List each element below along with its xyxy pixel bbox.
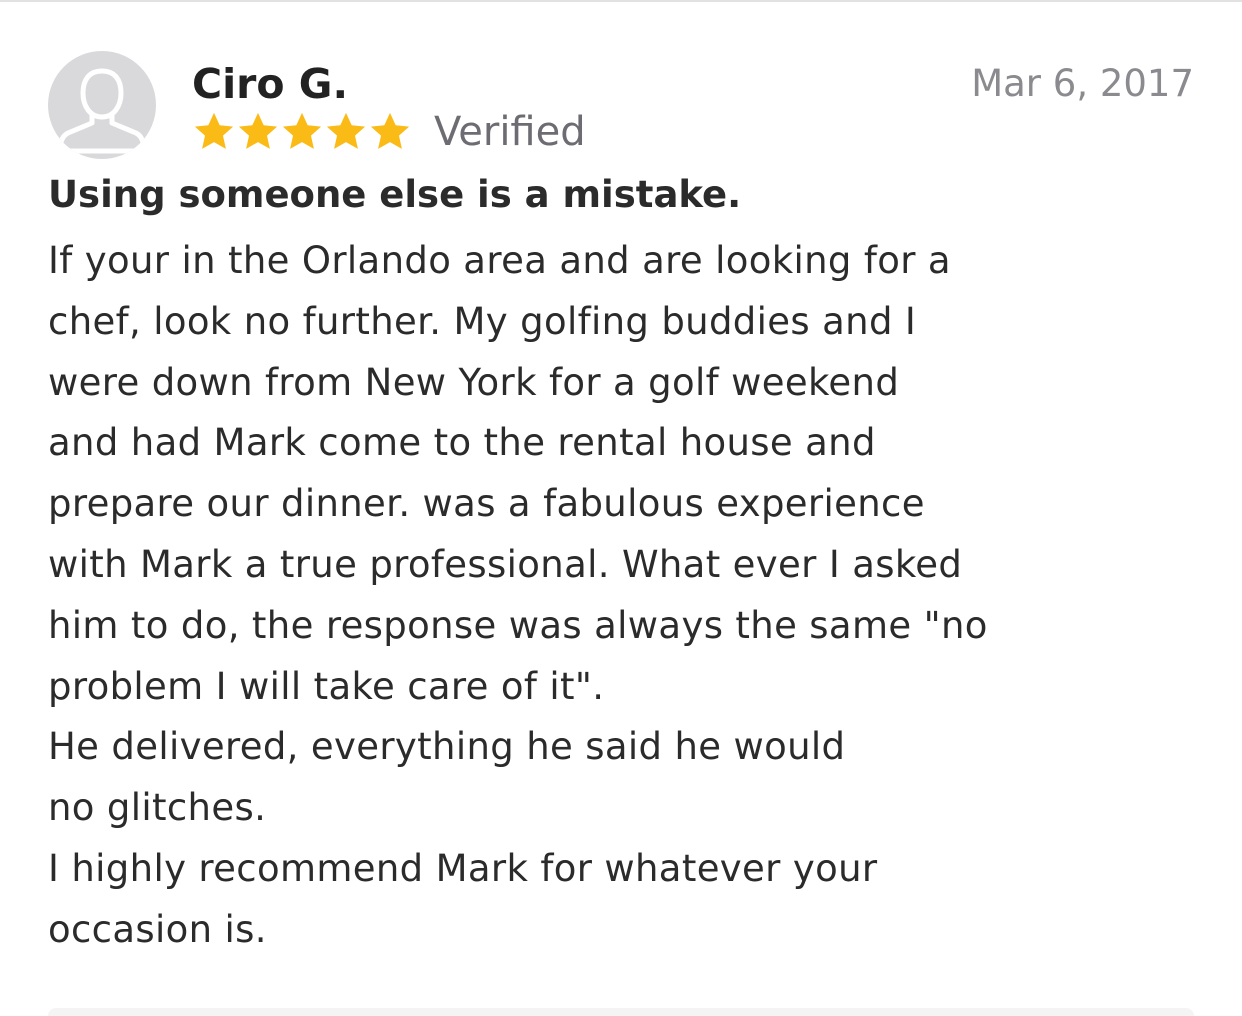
star-icon xyxy=(370,112,410,149)
star-icon xyxy=(326,112,366,149)
review-body-line: with Mark a true professional. What ever… xyxy=(48,542,963,586)
star-icon xyxy=(238,112,278,149)
rating-row: Verified xyxy=(192,106,586,158)
review-body-line: and had Mark come to the rental house an… xyxy=(48,421,876,465)
review-body: If your in the Orlando area and are look… xyxy=(48,231,1198,961)
review-body-line: If your in the Orlando area and are look… xyxy=(48,239,951,282)
review-title: Using someone else is a mistake. xyxy=(48,173,742,216)
verified-label: Verified xyxy=(434,109,586,155)
review-body-line: were down from New York for a golf weeke… xyxy=(48,360,900,404)
review-date: Mar 6, 2017 xyxy=(971,62,1194,105)
review-body-line: problem I will take care of it". xyxy=(48,664,605,708)
review-card: Ciro G. Mar 6, 2017 Verified Using someo… xyxy=(0,0,1242,1016)
reviewer-avatar xyxy=(48,51,156,159)
star-icon xyxy=(282,112,322,149)
default-user-avatar-icon xyxy=(57,68,147,154)
star-icon xyxy=(194,112,234,149)
review-body-line: occasion is. xyxy=(48,907,267,951)
star-rating xyxy=(192,110,412,154)
reviewer-name: Ciro G. xyxy=(192,60,349,108)
review-body-line: I highly recommend Mark for whatever you… xyxy=(48,846,878,890)
review-body-line: chef, look no further. My golfing buddie… xyxy=(48,299,917,343)
review-body-line: prepare our dinner. was a fabulous exper… xyxy=(48,482,925,526)
review-body-line: him to do, the response was always the s… xyxy=(48,603,988,647)
next-review-card-edge xyxy=(48,1008,1194,1016)
review-body-line: no glitches. xyxy=(48,786,267,830)
review-body-line: He delivered, everything he said he woul… xyxy=(48,725,846,769)
